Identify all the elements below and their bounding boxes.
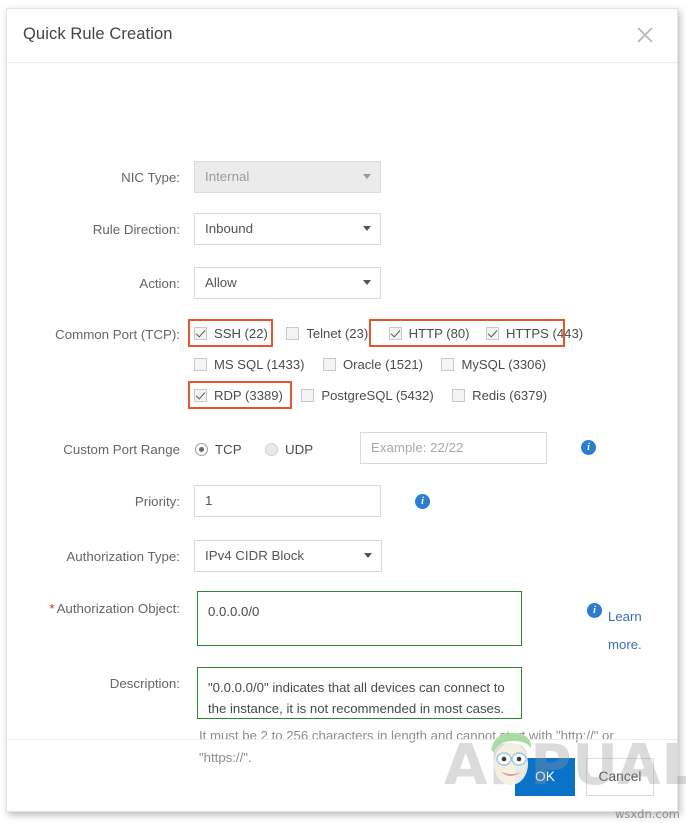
nic-type-label: NIC Type: [6, 169, 180, 186]
authorization-type-select[interactable]: IPv4 CIDR Block [194, 540, 382, 572]
authorization-object-label: *Authorization Object: [6, 600, 180, 617]
cancel-button[interactable]: Cancel [586, 758, 654, 796]
close-icon[interactable] [631, 21, 659, 49]
checkbox-label: Redis (6379) [472, 388, 547, 403]
checkbox-http[interactable]: HTTP (80) [389, 323, 470, 345]
checkbox-redis[interactable]: Redis (6379) [452, 385, 547, 407]
authorization-object-value: 0.0.0.0/0 [208, 604, 259, 619]
nic-type-select[interactable]: Internal [194, 161, 381, 193]
learn-more-line2: more. [608, 637, 642, 652]
checkbox-box [389, 327, 402, 340]
checkbox-label: PostgreSQL (5432) [321, 388, 433, 403]
radio-label: UDP [285, 442, 313, 457]
site-credit: wsxdn.com [615, 807, 680, 821]
common-port-row-2: MS SQL (1433) Oracle (1521) MySQL (3306) [194, 354, 546, 376]
radio-label: TCP [215, 442, 242, 457]
description-label: Description: [6, 675, 180, 692]
checkbox-box [301, 389, 314, 402]
authorization-object-label-text: Authorization Object: [57, 601, 180, 616]
info-icon[interactable]: i [415, 494, 430, 509]
checkbox-box [194, 389, 207, 402]
chevron-down-icon [363, 226, 371, 231]
common-port-label: Common Port (TCP): [6, 326, 180, 343]
checkbox-box [486, 327, 499, 340]
learn-more-line1: Learn [608, 609, 642, 624]
form-body: NIC Type: Internal Rule Direction: Inbou… [7, 63, 677, 738]
authorization-object-textarea[interactable]: 0.0.0.0/0 [197, 591, 522, 646]
checkbox-https[interactable]: HTTPS (443) [486, 323, 583, 345]
checkbox-oracle[interactable]: Oracle (1521) [323, 354, 423, 376]
checkbox-label: MySQL (3306) [461, 357, 546, 372]
checkbox-label: Telnet (23) [306, 326, 368, 341]
authorization-type-value: IPv4 CIDR Block [205, 548, 304, 563]
radio-dot [265, 443, 278, 456]
chevron-down-icon [363, 280, 371, 285]
chevron-down-icon [363, 174, 371, 179]
page-title: Quick Rule Creation [23, 25, 173, 44]
dialog-titlebar: Quick Rule Creation [7, 9, 677, 63]
radio-udp[interactable]: UDP [265, 440, 313, 460]
checkbox-mssql[interactable]: MS SQL (1433) [194, 354, 304, 376]
priority-input[interactable]: 1 [194, 485, 381, 517]
checkbox-label: SSH (22) [214, 326, 268, 341]
info-icon[interactable]: i [581, 440, 596, 455]
rule-direction-select[interactable]: Inbound [194, 213, 381, 245]
priority-label: Priority: [6, 493, 180, 510]
checkbox-label: MS SQL (1433) [214, 357, 304, 372]
ok-button[interactable]: OK [515, 758, 575, 796]
description-value: "0.0.0.0/0" indicates that all devices c… [208, 680, 505, 716]
action-label: Action: [6, 275, 180, 292]
nic-type-value: Internal [205, 169, 249, 184]
checkbox-label: Oracle (1521) [343, 357, 423, 372]
radio-dot [195, 443, 208, 456]
required-marker: * [49, 601, 54, 616]
authorization-type-label: Authorization Type: [6, 548, 180, 565]
checkbox-box [452, 389, 465, 402]
priority-value: 1 [205, 493, 212, 508]
dialog-footer: OK Cancel [7, 739, 677, 811]
checkbox-label: HTTP (80) [409, 326, 470, 341]
custom-port-input[interactable]: Example: 22/22 [360, 432, 547, 464]
common-port-row-1: SSH (22) Telnet (23) HTTP (80) HTTPS (44… [194, 323, 583, 345]
checkbox-label: HTTPS (443) [506, 326, 583, 341]
checkbox-rdp[interactable]: RDP (3389) [194, 385, 283, 407]
learn-more-link[interactable]: Learn more. [608, 603, 678, 659]
rule-direction-value: Inbound [205, 221, 253, 236]
radio-tcp[interactable]: TCP [195, 440, 242, 460]
checkbox-telnet[interactable]: Telnet (23) [286, 323, 368, 345]
checkbox-postgresql[interactable]: PostgreSQL (5432) [301, 385, 433, 407]
checkbox-box [194, 327, 207, 340]
description-textarea[interactable]: "0.0.0.0/0" indicates that all devices c… [197, 667, 522, 719]
action-value: Allow [205, 275, 237, 290]
checkbox-box [441, 358, 454, 371]
action-select[interactable]: Allow [194, 267, 381, 299]
checkbox-label: RDP (3389) [214, 388, 283, 403]
info-icon[interactable]: i [587, 603, 602, 618]
checkbox-box [194, 358, 207, 371]
chevron-down-icon [364, 553, 372, 558]
common-port-row-3: RDP (3389) PostgreSQL (5432) Redis (6379… [194, 385, 547, 407]
checkbox-mysql[interactable]: MySQL (3306) [441, 354, 546, 376]
custom-port-range-label: Custom Port Range [6, 441, 180, 458]
rule-direction-label: Rule Direction: [6, 221, 180, 238]
checkbox-ssh[interactable]: SSH (22) [194, 323, 268, 345]
checkbox-box [323, 358, 336, 371]
quick-rule-creation-dialog: Quick Rule Creation NIC Type: Internal R… [6, 8, 678, 812]
checkbox-box [286, 327, 299, 340]
custom-port-placeholder: Example: 22/22 [371, 440, 463, 455]
